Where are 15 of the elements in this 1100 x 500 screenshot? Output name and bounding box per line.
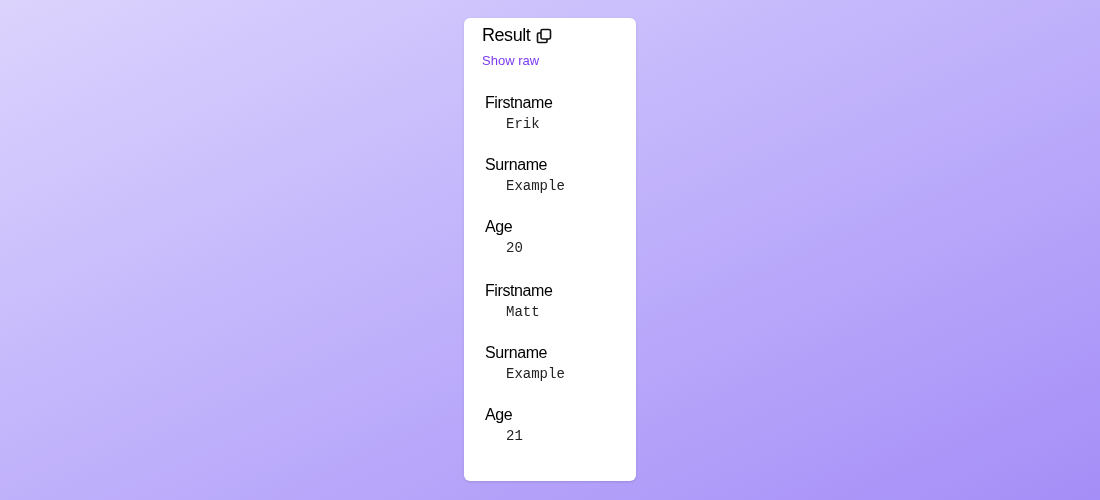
- field-label: Firstname: [485, 280, 554, 301]
- field-value: 21: [505, 426, 524, 446]
- show-raw-link[interactable]: Show raw: [482, 51, 624, 71]
- field-value: Example: [505, 176, 566, 196]
- field-label: Firstname: [485, 92, 554, 113]
- field-label: Surname: [485, 342, 549, 363]
- field-label: Age: [485, 216, 514, 237]
- field-value: Matt: [505, 302, 541, 322]
- field-label: Surname: [485, 154, 549, 175]
- card-title: Result: [482, 24, 531, 47]
- copy-icon[interactable]: [536, 27, 553, 44]
- field-label: Age: [485, 404, 514, 425]
- field-value: Erik: [505, 114, 541, 134]
- field-value: Example: [505, 364, 566, 384]
- field-value: 20: [505, 238, 524, 258]
